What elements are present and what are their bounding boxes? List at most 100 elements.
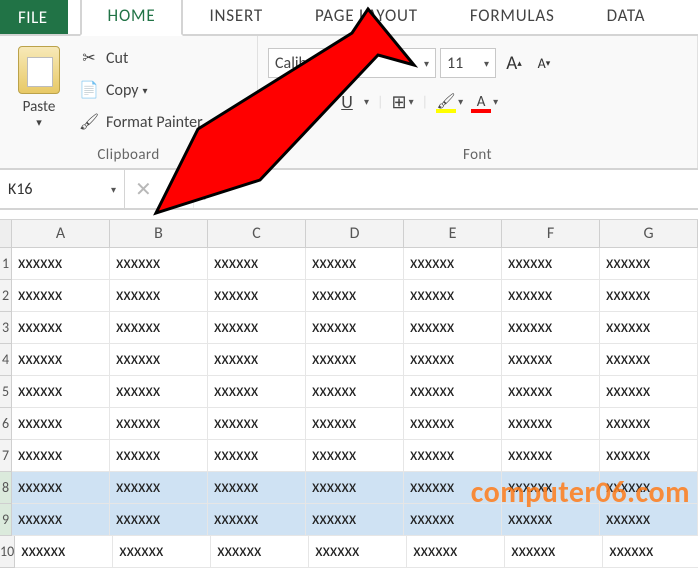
cell[interactable]: xxxxxx <box>306 408 404 440</box>
cell[interactable]: xxxxxx <box>110 344 208 376</box>
cell[interactable]: xxxxxx <box>502 280 600 312</box>
cell[interactable]: xxxxxx <box>502 376 600 408</box>
fill-color-button[interactable]: 🖌 ▾ <box>436 93 463 111</box>
paste-dropdown-arrow[interactable]: ▾ <box>36 116 42 129</box>
cell[interactable]: xxxxxx <box>208 280 306 312</box>
cell[interactable]: xxxxxx <box>110 248 208 280</box>
row-header[interactable]: 8 <box>0 472 12 504</box>
cell[interactable]: xxxxxx <box>110 472 208 504</box>
font-size-combo[interactable]: 11 ▾ <box>440 48 496 78</box>
cell[interactable]: xxxxxx <box>208 440 306 472</box>
cell[interactable]: xxxxxx <box>12 344 110 376</box>
copy-dropdown-arrow[interactable]: ▾ <box>143 84 148 97</box>
cell[interactable]: xxxxxx <box>12 248 110 280</box>
cell[interactable]: xxxxxx <box>600 344 698 376</box>
cell[interactable]: xxxxxx <box>306 472 404 504</box>
cell[interactable]: xxxxxx <box>110 504 208 536</box>
cell[interactable]: xxxxxx <box>600 376 698 408</box>
cell[interactable]: xxxxxx <box>306 280 404 312</box>
cell[interactable]: xxxxxx <box>12 472 110 504</box>
row-header[interactable]: 4 <box>0 344 12 376</box>
cell[interactable]: xxxxxx <box>110 376 208 408</box>
cell[interactable]: xxxxxx <box>404 440 502 472</box>
cell[interactable]: xxxxxx <box>306 248 404 280</box>
copy-button[interactable]: 📄 Copy ▾ <box>74 74 207 106</box>
cell[interactable]: xxxxxx <box>309 536 407 568</box>
cell[interactable]: xxxxxx <box>404 280 502 312</box>
cell[interactable]: xxxxxx <box>502 344 600 376</box>
cell[interactable]: xxxxxx <box>600 472 698 504</box>
cell[interactable]: xxxxxx <box>110 408 208 440</box>
row-header[interactable]: 9 <box>0 504 12 536</box>
cell[interactable]: xxxxxx <box>404 312 502 344</box>
tab-home[interactable]: HOME <box>80 0 184 36</box>
cell[interactable]: xxxxxx <box>208 248 306 280</box>
cell[interactable]: xxxxxx <box>404 376 502 408</box>
tab-data[interactable]: DATA <box>581 0 672 34</box>
cell[interactable]: xxxxxx <box>600 440 698 472</box>
cell[interactable]: xxxxxx <box>12 312 110 344</box>
cell[interactable]: xxxxxx <box>404 472 502 504</box>
font-color-button[interactable]: A ▾ <box>471 93 498 111</box>
cell[interactable]: xxxxxx <box>404 408 502 440</box>
name-box[interactable]: K16 ▾ <box>0 170 125 208</box>
cell[interactable]: xxxxxx <box>502 472 600 504</box>
format-painter-button[interactable]: 🖌 Format Painter <box>74 106 207 138</box>
grow-font-button[interactable]: A▴ <box>500 49 528 77</box>
tab-page-layout[interactable]: PAGE LAYOUT <box>289 0 444 34</box>
cell[interactable]: xxxxxx <box>208 504 306 536</box>
row-header[interactable]: 10 <box>0 536 15 568</box>
cell[interactable]: xxxxxx <box>208 376 306 408</box>
formula-input[interactable] <box>228 170 698 208</box>
row-header[interactable]: 3 <box>0 312 12 344</box>
row-header[interactable]: 2 <box>0 280 12 312</box>
shrink-font-button[interactable]: A▾ <box>530 49 558 77</box>
row-header[interactable]: 6 <box>0 408 12 440</box>
insert-function-button[interactable]: fx <box>194 170 228 208</box>
column-header[interactable]: A <box>12 220 110 247</box>
column-header[interactable]: B <box>110 220 208 247</box>
cell[interactable]: xxxxxx <box>404 248 502 280</box>
cell[interactable]: xxxxxx <box>502 408 600 440</box>
cell[interactable]: xxxxxx <box>110 440 208 472</box>
cell[interactable]: xxxxxx <box>208 408 306 440</box>
select-all-corner[interactable] <box>0 220 12 247</box>
cell[interactable]: xxxxxx <box>208 472 306 504</box>
tab-formulas[interactable]: FORMULAS <box>444 0 581 34</box>
cell[interactable]: xxxxxx <box>306 344 404 376</box>
cell[interactable]: xxxxxx <box>12 376 110 408</box>
tab-insert[interactable]: INSERT <box>183 0 289 34</box>
column-header[interactable]: G <box>600 220 698 247</box>
cell[interactable]: xxxxxx <box>407 536 505 568</box>
cell[interactable]: xxxxxx <box>306 312 404 344</box>
paste-button[interactable]: Paste ▾ <box>10 42 68 138</box>
font-name-combo[interactable]: Calibri ▾ <box>268 48 436 78</box>
column-header[interactable]: C <box>208 220 306 247</box>
row-header[interactable]: 7 <box>0 440 12 472</box>
underline-button[interactable]: U ▾ <box>332 91 369 113</box>
column-header[interactable]: D <box>306 220 404 247</box>
cut-button[interactable]: ✂ Cut <box>74 42 207 74</box>
cell[interactable]: xxxxxx <box>600 504 698 536</box>
cell[interactable]: xxxxxx <box>110 280 208 312</box>
cell[interactable]: xxxxxx <box>502 440 600 472</box>
cell[interactable]: xxxxxx <box>404 344 502 376</box>
cell[interactable]: xxxxxx <box>600 408 698 440</box>
row-header[interactable]: 1 <box>0 248 12 280</box>
borders-button[interactable]: ⊞ ▾ <box>391 91 413 113</box>
cell[interactable]: xxxxxx <box>600 280 698 312</box>
cell[interactable]: xxxxxx <box>306 504 404 536</box>
cell[interactable]: xxxxxx <box>600 248 698 280</box>
cell[interactable]: xxxxxx <box>12 440 110 472</box>
cell[interactable]: xxxxxx <box>12 504 110 536</box>
cell[interactable]: xxxxxx <box>600 312 698 344</box>
cell[interactable]: xxxxxx <box>211 536 309 568</box>
cell[interactable]: xxxxxx <box>110 312 208 344</box>
file-tab[interactable]: FILE <box>0 0 68 34</box>
cell[interactable]: xxxxxx <box>113 536 211 568</box>
cell[interactable]: xxxxxx <box>505 536 603 568</box>
column-header[interactable]: F <box>502 220 600 247</box>
bold-button[interactable]: B <box>268 90 292 113</box>
cell[interactable]: xxxxxx <box>603 536 698 568</box>
cell[interactable]: xxxxxx <box>15 536 113 568</box>
